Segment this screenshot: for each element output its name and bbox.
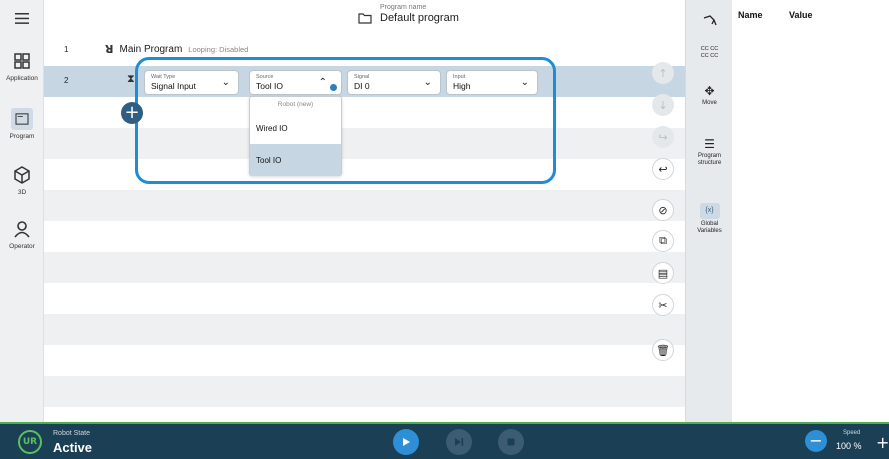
highlight-frame: [135, 57, 556, 184]
trash-icon: 🗑: [656, 343, 670, 357]
bottom-status-bar: UR Robot State Active − Speed 100 % +: [0, 422, 889, 459]
row-number: 2: [64, 76, 69, 85]
robot-arm-tool[interactable]: [686, 14, 733, 33]
value-column-header: Value: [789, 10, 813, 20]
toolbar-global-variables[interactable]: {x} Global Variables: [686, 199, 733, 235]
speed-caption: Speed: [843, 430, 861, 436]
clipboard-icon: ▤: [657, 266, 669, 280]
delete-button[interactable]: 🗑: [652, 339, 674, 361]
table-row[interactable]: [44, 252, 685, 283]
variables-icon: {x}: [699, 203, 720, 219]
sidebar-item-3d[interactable]: 3D: [0, 164, 44, 196]
app-root: Application Program 3D Operator Program …: [0, 0, 889, 459]
program-header: Program name Default program: [44, 0, 685, 35]
table-row[interactable]: [44, 221, 685, 252]
toolbar-label: Move: [702, 100, 717, 106]
program-name[interactable]: Program name Default program: [358, 4, 459, 24]
program-icon: [11, 108, 33, 130]
scissors-icon: ✂: [658, 298, 668, 312]
speed-increase-button[interactable]: +: [876, 433, 889, 452]
robot-state-value: Active: [53, 440, 93, 455]
sidebar-item-operator[interactable]: Operator: [0, 218, 44, 250]
robot-state-caption: Robot State: [53, 430, 90, 437]
step-button[interactable]: [446, 429, 472, 455]
undo-button[interactable]: ↩: [652, 158, 674, 180]
program-name-caption: Program name: [380, 4, 427, 11]
code-icon: CC CC CC CC: [700, 46, 719, 59]
cut-button[interactable]: ✂: [652, 294, 674, 316]
sidebar-item-application[interactable]: Application: [0, 50, 44, 82]
toolbar-label: Program structure: [697, 153, 722, 166]
move-icon: ✥: [704, 84, 715, 98]
undo-icon: ↩: [658, 162, 668, 176]
stop-button[interactable]: [498, 429, 524, 455]
ur-logo-icon: ꓤ: [105, 43, 114, 56]
table-row[interactable]: [44, 283, 685, 314]
toolbar-move[interactable]: ✥ Move: [686, 84, 733, 107]
redo-button[interactable]: ↪: [652, 126, 674, 148]
grid-icon: [14, 53, 30, 69]
sidebar-item-program[interactable]: Program: [0, 108, 44, 140]
paste-button[interactable]: ▤: [652, 262, 674, 284]
step-icon: [455, 438, 464, 446]
eye-off-icon: ⊘: [658, 203, 668, 217]
suppress-button[interactable]: ⊘: [652, 199, 674, 221]
stop-icon: [507, 438, 515, 446]
name-column-header: Name: [738, 10, 763, 20]
speed-value: 100 %: [836, 441, 862, 451]
copy-icon: ⧉: [659, 234, 667, 247]
toolbar-label: Global Variables: [697, 221, 722, 234]
copy-button[interactable]: ⧉: [652, 230, 674, 252]
play-icon: [403, 438, 410, 446]
looping-status: Looping: Disabled: [188, 45, 249, 54]
list-icon: ☰: [704, 137, 715, 151]
cube-icon: [14, 166, 30, 184]
code-tool[interactable]: CC CC CC CC: [686, 44, 733, 60]
table-row[interactable]: [44, 376, 685, 407]
sidebar-item-label: 3D: [17, 189, 27, 196]
arrow-down-icon: ↓: [658, 98, 668, 112]
add-node-button[interactable]: +: [121, 102, 143, 124]
variables-panel: Name Value: [732, 0, 889, 422]
table-row[interactable]: [44, 314, 685, 345]
move-down-button[interactable]: ↓: [652, 94, 674, 116]
arrow-up-icon: ↑: [658, 66, 668, 80]
redo-icon: ↪: [658, 130, 668, 144]
row-number: 1: [64, 45, 69, 54]
menu-icon[interactable]: [10, 8, 34, 28]
move-up-button[interactable]: ↑: [652, 62, 674, 84]
toolbar-program-structure[interactable]: ☰ Program structure: [686, 137, 733, 167]
program-title: Default program: [380, 12, 459, 24]
main-program-label: Main Program: [119, 44, 183, 55]
hourglass-icon: ⧗: [127, 73, 135, 85]
folder-icon: [358, 13, 372, 24]
sidebar-item-label: Operator: [9, 243, 35, 250]
speed-decrease-button[interactable]: −: [805, 430, 827, 452]
ur-logo-icon[interactable]: UR: [18, 430, 42, 454]
sidebar-item-label: Application: [6, 75, 38, 82]
main-program-node[interactable]: ꓤ Main Program Looping: Disabled: [105, 43, 248, 56]
robot-arm-icon: [703, 15, 717, 26]
left-sidebar: Application Program 3D Operator: [0, 0, 44, 422]
person-icon: [14, 221, 30, 238]
play-button[interactable]: [393, 429, 419, 455]
right-toolbar: CC CC CC CC ✥ Move ☰ Program structure {x}…: [685, 0, 732, 422]
table-row[interactable]: [44, 190, 685, 221]
table-row[interactable]: [44, 345, 685, 376]
sidebar-item-label: Program: [9, 133, 35, 140]
